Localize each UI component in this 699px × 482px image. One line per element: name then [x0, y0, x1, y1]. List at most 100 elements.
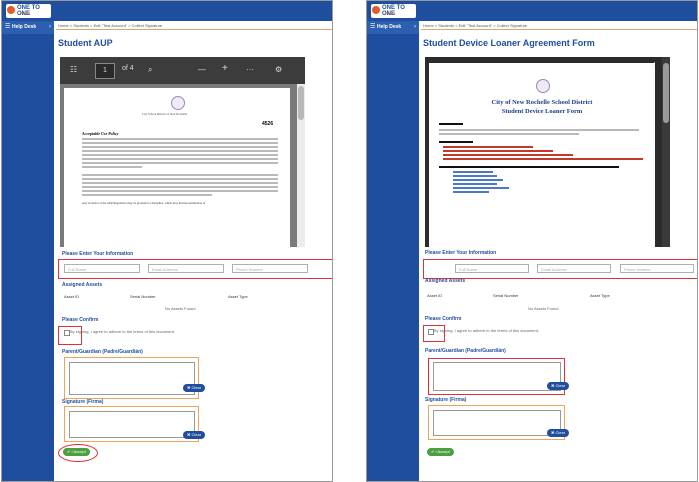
district-seal-icon: [171, 96, 185, 110]
list-link: [453, 179, 503, 181]
phone-field[interactable]: Phone Number: [232, 264, 308, 273]
pdf-toolbar: ☷ 1 of 4 ⌕ — + ··· ⚙: [60, 57, 305, 84]
text-line: [82, 142, 278, 144]
pdf-viewer: City of New Rochelle School District Stu…: [425, 57, 670, 247]
email-field[interactable]: Email Address: [537, 264, 611, 273]
accept-button[interactable]: ✔ I Accept: [63, 448, 90, 456]
text-line: [82, 178, 278, 180]
full-name-field[interactable]: Full Name: [455, 264, 529, 273]
phone-field[interactable]: Phone Number: [620, 264, 694, 273]
col-serial-number: Serial Number: [493, 293, 519, 298]
signature-label: Signature (Firma): [62, 399, 104, 405]
doc-number: 4526: [262, 121, 274, 127]
col-asset-type: Asset Type: [590, 293, 610, 298]
info-label: Please Enter Your Information: [62, 251, 134, 257]
list-link: [453, 175, 497, 177]
email-field[interactable]: Email Address: [148, 264, 224, 273]
divider: [421, 29, 697, 30]
right-window: ONE TO ONE PLUS ☰ Help Desk › Home > Stu…: [366, 0, 698, 482]
pdf-page-area[interactable]: City School District of New Rochelle 452…: [60, 84, 305, 247]
confirm-label: Please Confirm: [62, 317, 99, 323]
text-line: [82, 146, 278, 148]
pdf-page: City School District of New Rochelle 452…: [64, 88, 290, 247]
bullet-line: [443, 146, 533, 148]
search-icon[interactable]: ⌕: [148, 65, 152, 75]
scrollbar-thumb[interactable]: [663, 63, 669, 123]
page-number-input[interactable]: 1: [95, 63, 115, 79]
app-logo[interactable]: ONE TO ONE PLUS: [371, 4, 416, 18]
assets-label: Assigned Assets: [62, 282, 103, 288]
full-name-field[interactable]: Full Name: [64, 264, 140, 273]
scrollbar-thumb[interactable]: [298, 86, 304, 120]
list-link: [453, 171, 493, 173]
text-line: [82, 162, 278, 164]
confirm-label: Please Confirm: [425, 316, 462, 322]
chevron-right-icon: ›: [414, 24, 416, 30]
more-vert-icon[interactable]: ⋮: [651, 61, 658, 69]
text-line: [82, 158, 278, 160]
agree-text: By signing, I agree to adhere to the ter…: [434, 328, 539, 333]
sidebar-item-label: Help Desk: [377, 24, 402, 30]
doc-title-1: City of New Rochelle School District: [491, 99, 593, 106]
no-assets-text: No Assets Found: [165, 306, 196, 311]
top-bar: ONE TO ONE PLUS: [367, 1, 697, 21]
section-title: Acceptable Use Policy: [82, 131, 119, 136]
student-clear-button[interactable]: ✖ Clear: [183, 431, 206, 439]
col-asset-id: Asset ID: [427, 293, 443, 298]
pdf-scrollbar[interactable]: [662, 57, 670, 247]
student-signature-pad[interactable]: [69, 411, 195, 438]
divider: [56, 29, 332, 30]
logo-subtext: PLUS: [20, 11, 31, 16]
logo-mark-icon: [7, 6, 15, 14]
page-title: Student AUP: [58, 38, 113, 48]
logo-mark-icon: [372, 6, 380, 14]
info-label: Please Enter Your Information: [425, 250, 497, 256]
text-line: [82, 166, 142, 168]
doc-title-2: Student Device Loaner Form: [501, 108, 583, 115]
doc-header: City School District of New Rochelle: [142, 112, 188, 116]
parent-label: Parent/Guardian (Padre/Guardián): [425, 348, 506, 354]
text-line: [82, 190, 278, 192]
parent-signature-pad[interactable]: [433, 362, 561, 391]
pdf-viewer: ☷ 1 of 4 ⌕ — + ··· ⚙ City School Distric…: [60, 57, 305, 247]
settings-icon[interactable]: ⚙: [275, 65, 282, 74]
text-line: [82, 182, 278, 184]
accept-button[interactable]: ✔ I Accept: [427, 448, 454, 456]
student-signature-pad[interactable]: [433, 410, 561, 436]
parent-clear-button[interactable]: ✖ Clear: [547, 382, 570, 390]
doc-last-line: Any violation of the AUP Regulation may …: [82, 201, 206, 205]
assets-label: Assigned Assets: [425, 278, 466, 284]
text-line: [82, 138, 278, 140]
pdf-page: City of New Rochelle School District Stu…: [429, 63, 655, 247]
outline-icon[interactable]: ☷: [70, 65, 77, 74]
text-line: [82, 154, 278, 156]
signature-label: Signature (Firma): [425, 397, 467, 403]
chevron-right-icon: ›: [49, 24, 51, 30]
bullet-line: [443, 158, 643, 160]
heading-line: [439, 123, 463, 125]
sidebar: ☰ Help Desk ›: [367, 21, 419, 481]
sidebar-item-help-desk[interactable]: ☰ Help Desk ›: [367, 21, 419, 34]
parent-signature-pad[interactable]: [69, 362, 195, 395]
text-line: [82, 174, 278, 176]
zoom-in-icon[interactable]: +: [222, 63, 228, 74]
text-line: [439, 133, 579, 135]
page-total: of 4: [122, 65, 134, 72]
sidebar: ☰ Help Desk ›: [2, 21, 54, 481]
parent-label: Parent/Guardian (Padre/Guardián): [62, 349, 143, 355]
agree-text: By signing, I agree to adhere to the ter…: [70, 329, 175, 334]
pdf-scrollbar[interactable]: [297, 84, 305, 247]
parent-clear-button[interactable]: ✖ Clear: [183, 384, 206, 392]
more-icon[interactable]: ···: [246, 65, 254, 74]
zoom-out-icon[interactable]: —: [198, 65, 206, 74]
list-link: [453, 187, 509, 189]
sidebar-item-help-desk[interactable]: ☰ Help Desk ›: [2, 21, 54, 34]
student-clear-button[interactable]: ✖ Clear: [547, 429, 570, 437]
heading-line: [439, 141, 473, 143]
breadcrumb: Home > Students > Edit "Test Account" > …: [423, 23, 528, 28]
app-logo[interactable]: ONE TO ONE PLUS: [6, 4, 51, 18]
no-assets-text: No Assets Found: [528, 306, 559, 311]
left-window: ONE TO ONE PLUS ☰ Help Desk › Home > Stu…: [1, 0, 333, 482]
pdf-page-area[interactable]: City of New Rochelle School District Stu…: [425, 57, 670, 247]
help-desk-icon: ☰: [5, 24, 11, 30]
